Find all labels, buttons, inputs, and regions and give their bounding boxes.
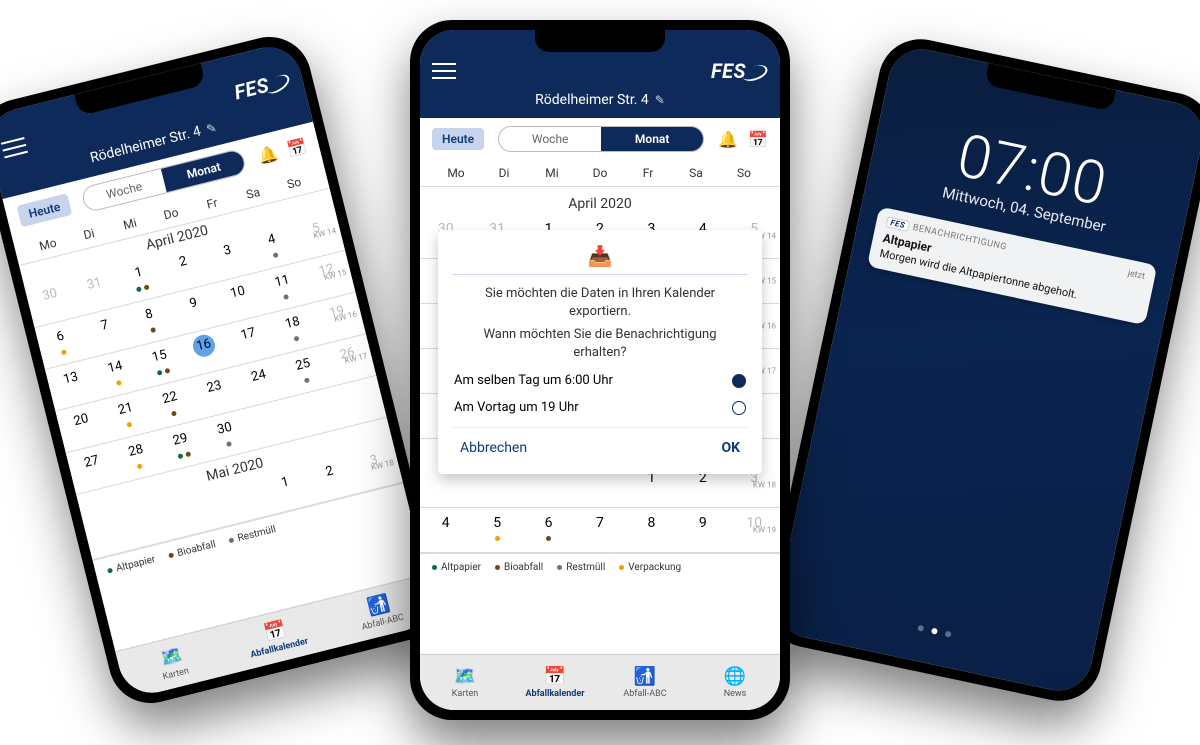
edit-icon[interactable]: ✎: [655, 93, 665, 107]
phone-calendar-month: FES Rödelheimer Str. 4 ✎ Heute Woche Mon…: [0, 28, 450, 712]
legend: Altpapier Bioabfall Restmüll Verpackung: [420, 553, 780, 581]
calendar-export-icon[interactable]: 📅: [285, 136, 309, 159]
menu-icon[interactable]: [432, 58, 456, 84]
export-dialog: 📥 Sie möchten die Daten in Ihren Kalende…: [438, 230, 762, 474]
lockscreen[interactable]: 07:00 Mittwoch, 04. September FESBENACHR…: [771, 43, 1200, 696]
phone-lockscreen: 07:00 Mittwoch, 04. September FESBENACHR…: [759, 31, 1200, 708]
calendar-day[interactable]: 8: [626, 508, 677, 552]
tab-news[interactable]: 🌐News: [690, 655, 780, 710]
month-label-april: April 2020: [420, 190, 780, 214]
calendar-day[interactable]: 4: [420, 508, 471, 552]
weekday-header: MoDiMiDoFrSaSo: [420, 162, 780, 187]
ok-button[interactable]: OK: [717, 434, 744, 462]
dialog-text-1: Sie möchten die Daten in Ihren Kalender …: [456, 285, 744, 320]
brand-logo: FES: [232, 67, 293, 104]
phone-export-dialog: FES Rödelheimer Str. 4 ✎ Heute Woche Mon…: [410, 20, 790, 720]
calendar-day[interactable]: 7: [574, 508, 625, 552]
option-same-day[interactable]: Am selben Tag um 6:00 Uhr: [452, 367, 748, 394]
brand-logo: FES: [711, 59, 768, 83]
address-text: Rödelheimer Str. 4: [535, 92, 649, 108]
tab-abfall-abc[interactable]: 🚮Abfall-ABC: [600, 655, 690, 710]
tabbar: 🗺️Karten 📅Abfallkalender 🚮Abfall-ABC 🌐Ne…: [420, 654, 780, 710]
address-bar[interactable]: Rödelheimer Str. 4 ✎: [432, 92, 768, 108]
notch: [535, 30, 665, 52]
menu-icon[interactable]: [0, 132, 29, 163]
calendar-row: 45678910KW 19: [420, 508, 780, 553]
radio-unselected-icon: [732, 401, 746, 415]
edit-icon[interactable]: ✎: [205, 120, 218, 136]
tab-abfallkalender[interactable]: 📅Abfallkalender: [510, 655, 600, 710]
today-button[interactable]: Heute: [432, 128, 484, 150]
dialog-text-2: Wann möchten Sie die Benachrichtigung er…: [456, 326, 744, 361]
cancel-button[interactable]: Abbrechen: [456, 434, 531, 462]
segment-week[interactable]: Woche: [499, 127, 601, 151]
bell-icon[interactable]: 🔔: [718, 130, 738, 149]
bell-icon[interactable]: 🔔: [256, 143, 280, 166]
notification-time: jetzt: [1127, 268, 1146, 281]
calendar-day[interactable]: 6: [523, 508, 574, 552]
calendar-export-icon[interactable]: 📅: [748, 130, 768, 149]
calendar-day[interactable]: 5: [471, 508, 522, 552]
segment-month[interactable]: Monat: [601, 127, 703, 151]
today-button[interactable]: Heute: [17, 193, 73, 227]
page-indicator: [777, 595, 1091, 667]
option-day-before[interactable]: Am Vortag um 19 Uhr: [452, 394, 748, 421]
calendar-download-icon: 📥: [452, 244, 748, 268]
view-segmented[interactable]: Woche Monat: [498, 126, 704, 152]
calendar-day[interactable]: 9: [677, 508, 728, 552]
tab-karten[interactable]: 🗺️Karten: [420, 655, 510, 710]
calendar-body[interactable]: April 2020 303112345KW 146789101112KW 15…: [18, 186, 425, 652]
toolbar: Heute Woche Monat 🔔 📅: [420, 118, 780, 162]
radio-selected-icon: [732, 374, 746, 388]
